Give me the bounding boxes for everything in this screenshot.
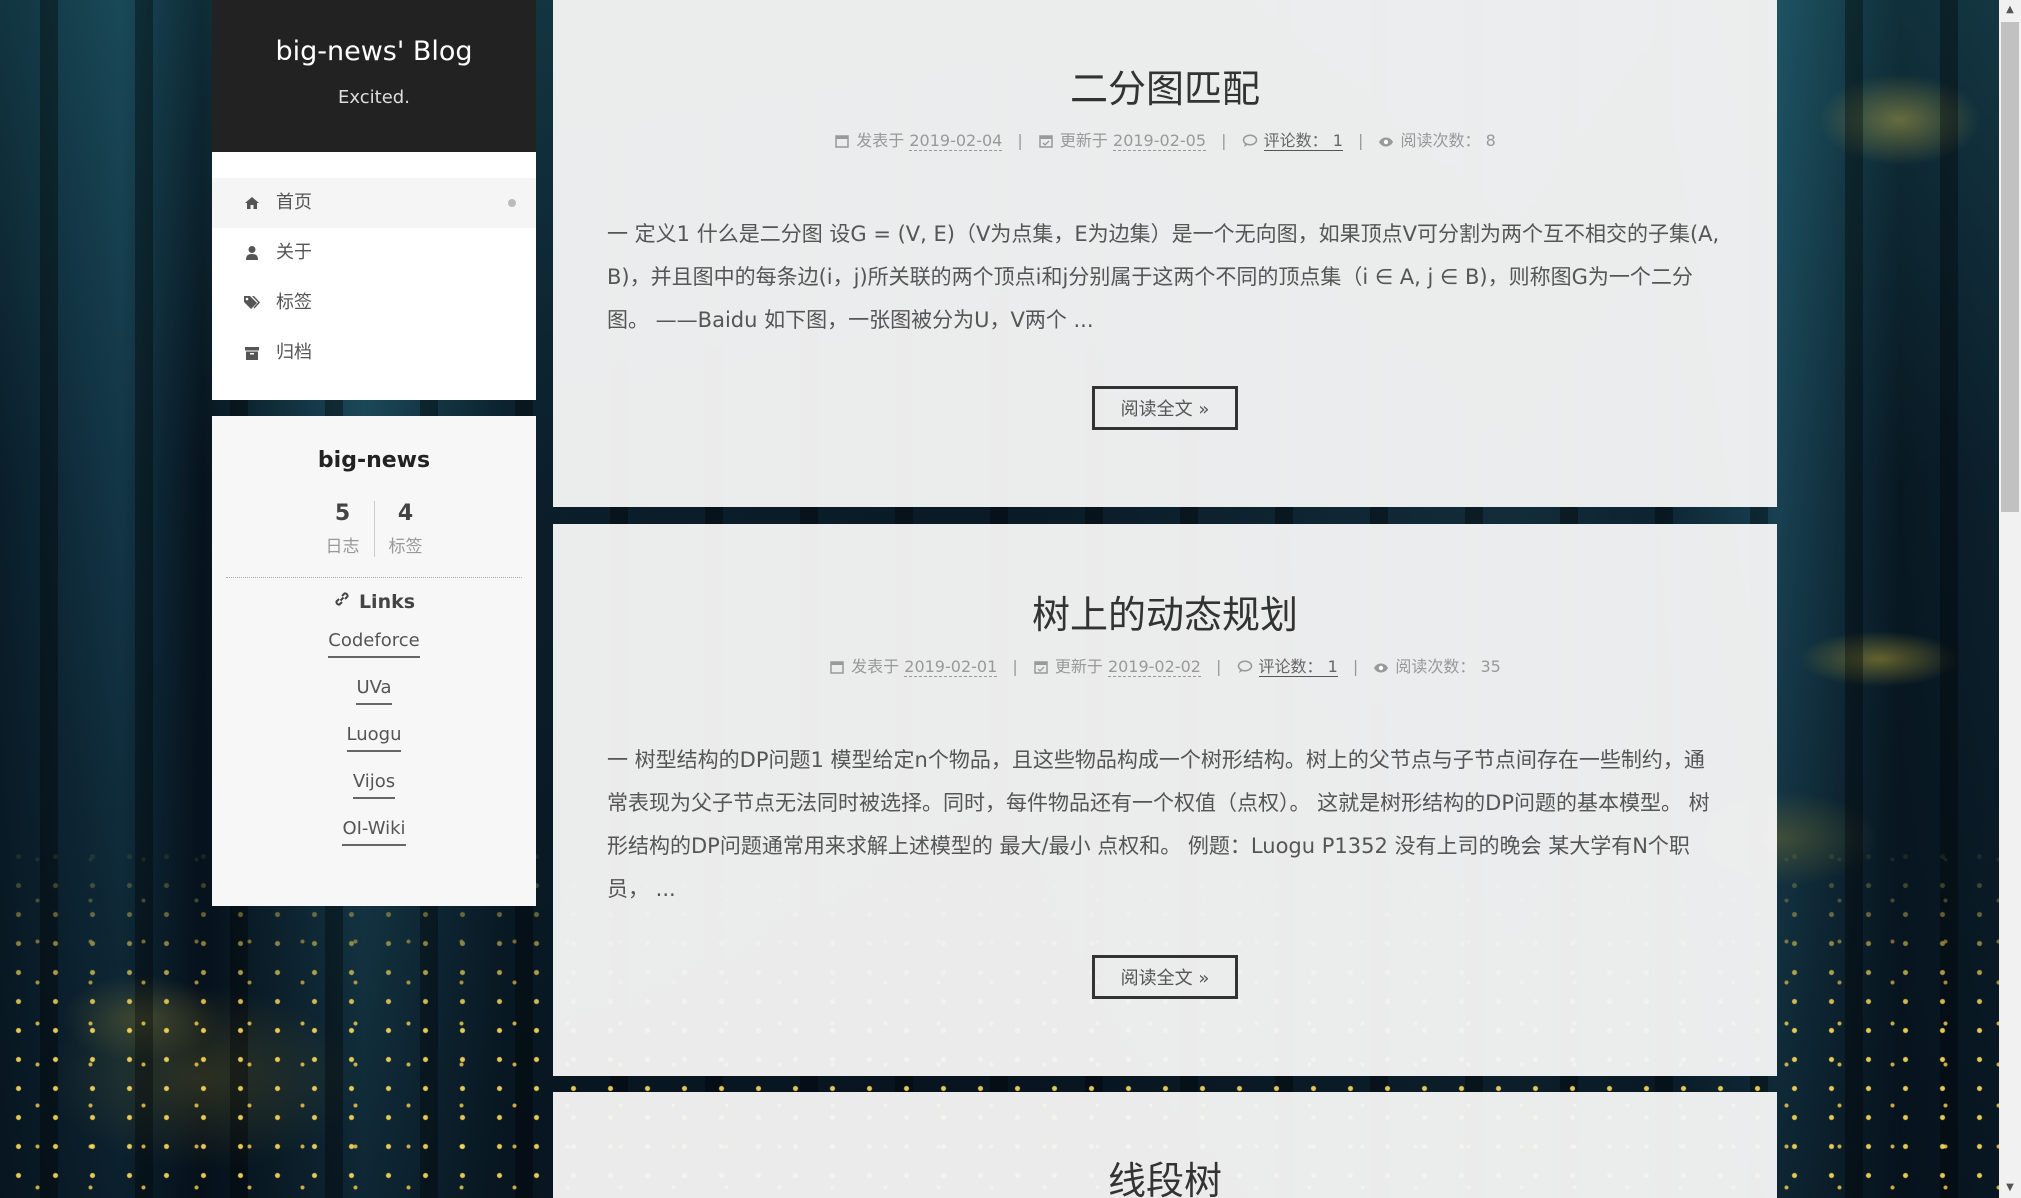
post-card: 树上的动态规划 发表于 2019-02-01 | 更新于 2019-02-02 … [553, 524, 1777, 1076]
link-vijos[interactable]: Vijos [352, 770, 396, 799]
read-more-wrap: 阅读全文 » [607, 955, 1723, 999]
link-oi-wiki[interactable]: OI-Wiki [342, 817, 406, 846]
post-meta: 发表于 2019-02-04 | 更新于 2019-02-05 | 评论数： 1… [607, 127, 1723, 151]
updated-label: 更新于 [1059, 131, 1108, 150]
tags-count: 4 [397, 501, 414, 526]
posted-date: 2019-02-04 [909, 131, 1003, 151]
eye-icon [1373, 659, 1389, 675]
post-card: 二分图匹配 发表于 2019-02-04 | 更新于 2019-02-05 | … [553, 0, 1777, 507]
posted-label: 发表于 [856, 131, 905, 150]
tags-icon [242, 293, 262, 313]
links-divider [226, 577, 522, 578]
updated-date: 2019-02-05 [1113, 131, 1206, 151]
author-name: big-news [317, 448, 431, 473]
menu-item-about[interactable]: 关于 [212, 228, 536, 278]
read-more-wrap: 阅读全文 » [607, 386, 1723, 430]
updated-date: 2019-02-02 [1107, 657, 1201, 677]
calendar-check-icon [1033, 659, 1049, 675]
page-scrollbar[interactable]: ▲ ▼ [1999, 0, 2021, 1198]
calendar-check-icon [1038, 133, 1054, 149]
calendar-icon [829, 659, 845, 675]
comment-icon [1242, 133, 1258, 149]
views-count: 8 [1485, 131, 1496, 150]
read-more-button[interactable]: 阅读全文 » [1091, 386, 1239, 430]
posted-label: 发表于 [851, 657, 900, 676]
link-icon [333, 590, 351, 613]
links-title: Links [212, 590, 536, 613]
post-excerpt: 一 定义1 什么是二分图 设G = (V, E)（V为点集，E为边集）是一个无向… [607, 222, 1720, 332]
posts-count-link[interactable]: 5 日志 [312, 501, 374, 557]
post-excerpt: 一 树型结构的DP问题1 模型给定n个物品，且这些物品构成一个树形结构。树上的父… [607, 748, 1710, 901]
links-title-text: Links [358, 590, 416, 613]
comments-link[interactable]: 评论数： 1 [1258, 657, 1338, 677]
menu-item-label: 归档 [276, 342, 312, 363]
link-uva[interactable]: UVa [356, 676, 392, 705]
comments-count: 1 [1327, 657, 1338, 676]
scroll-down-arrow-icon[interactable]: ▼ [1999, 1178, 2021, 1198]
post-title[interactable]: 树上的动态规划 [607, 524, 1723, 639]
views-label: 阅读次数： [1400, 131, 1481, 150]
menu-item-label: 标签 [276, 292, 312, 313]
comments-link[interactable]: 评论数： 1 [1263, 131, 1343, 151]
comments-label: 评论数： [1258, 657, 1323, 676]
home-icon [242, 193, 262, 213]
tags-count-link[interactable]: 4 标签 [373, 501, 437, 557]
comments-label: 评论数： [1263, 131, 1328, 150]
menu-item-archives[interactable]: 归档 [212, 328, 536, 378]
eye-icon [1378, 133, 1394, 149]
site-title[interactable]: big-news' Blog [212, 36, 536, 67]
site-state: 5 日志 4 标签 [212, 501, 536, 557]
posts-label: 日志 [325, 537, 360, 557]
menu-item-home[interactable]: 首页 [212, 178, 536, 228]
active-indicator-dot [508, 199, 516, 207]
site-subtitle: Excited. [338, 87, 410, 108]
menu-item-label: 关于 [276, 242, 312, 263]
posted-date: 2019-02-01 [904, 657, 998, 677]
comment-icon [1237, 659, 1253, 675]
link-luogu[interactable]: Luogu [346, 723, 402, 752]
post-title[interactable]: 二分图匹配 [607, 0, 1723, 113]
tags-label: 标签 [388, 537, 423, 557]
post-meta: 发表于 2019-02-01 | 更新于 2019-02-02 | 评论数： 1… [607, 653, 1723, 677]
post-card: 线段树 [553, 1092, 1777, 1198]
views-label: 阅读次数： [1395, 657, 1476, 676]
read-more-button[interactable]: 阅读全文 » [1091, 955, 1239, 999]
calendar-icon [834, 133, 850, 149]
archive-icon [242, 343, 262, 363]
menu-item-label: 首页 [276, 192, 312, 213]
posts-count: 5 [334, 501, 351, 526]
post-title[interactable]: 线段树 [607, 1092, 1723, 1198]
main-menu: 首页 关于 标签 归档 [212, 152, 536, 400]
link-codeforce[interactable]: Codeforce [328, 629, 420, 658]
user-icon [242, 243, 262, 263]
scrollbar-thumb[interactable] [2001, 22, 2019, 512]
site-brand: big-news' Blog Excited. [212, 0, 536, 152]
menu-item-tags[interactable]: 标签 [212, 278, 536, 328]
links-list: Codeforce UVa Luogu Vijos OI-Wiki [212, 619, 536, 854]
comments-count: 1 [1332, 131, 1343, 150]
scroll-up-arrow-icon[interactable]: ▲ [1999, 0, 2021, 20]
views-count: 35 [1480, 657, 1501, 676]
author-overview: big-news 5 日志 4 标签 Links Codeforce UVa L… [212, 416, 536, 906]
updated-label: 更新于 [1054, 657, 1103, 676]
